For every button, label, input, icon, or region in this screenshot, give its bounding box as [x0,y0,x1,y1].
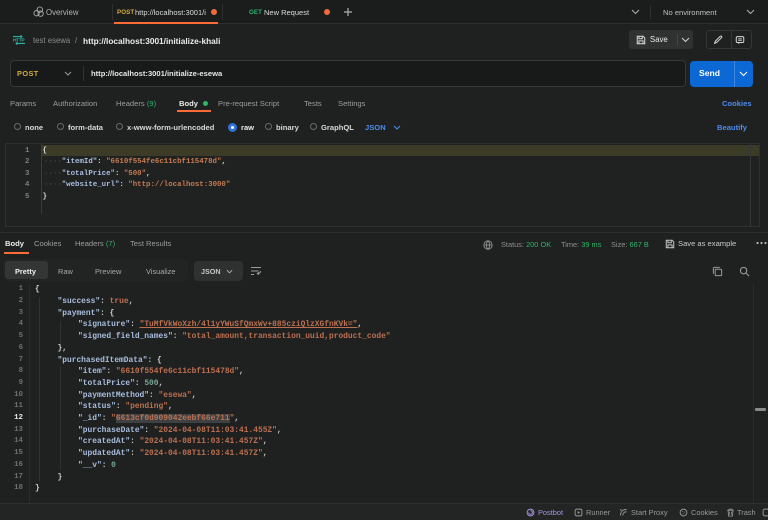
svg-text:HTTP: HTTP [13,38,25,44]
